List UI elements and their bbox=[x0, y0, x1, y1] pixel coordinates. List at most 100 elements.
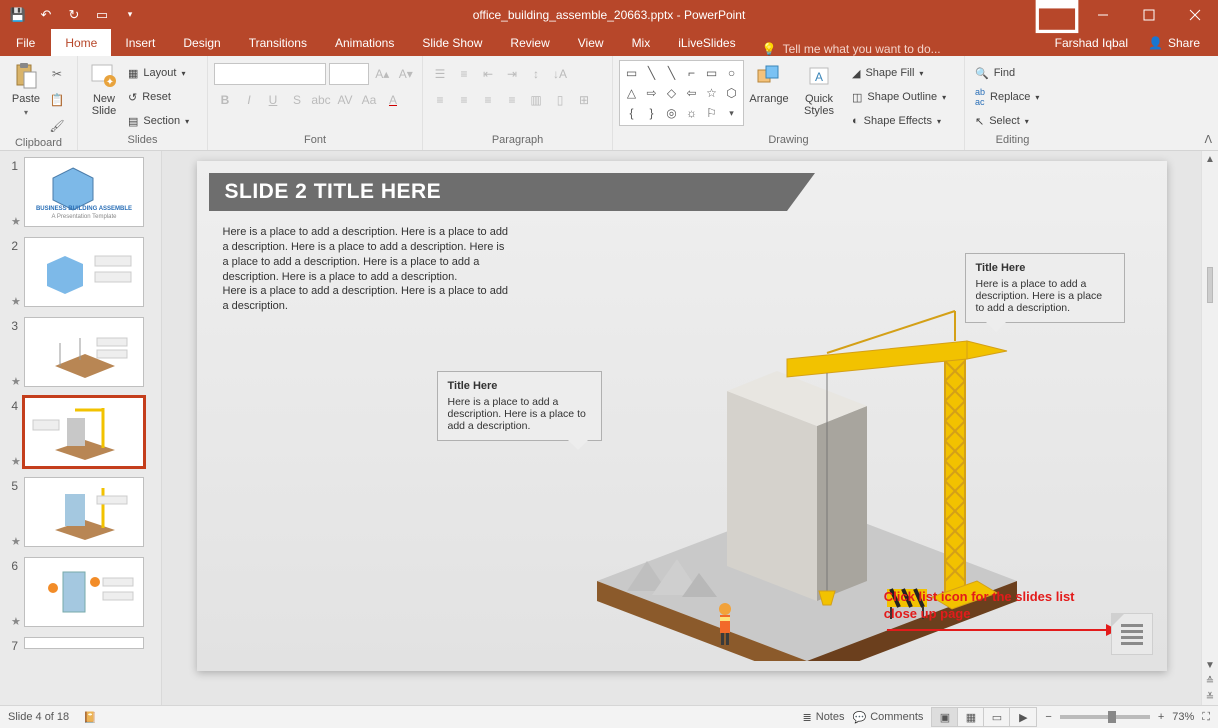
redo-icon[interactable]: ↻ bbox=[66, 7, 82, 23]
share-button[interactable]: 👤 Share bbox=[1140, 34, 1208, 52]
slide-thumbnail-6[interactable]: ★ bbox=[24, 557, 144, 627]
scroll-down-icon[interactable]: ▼ bbox=[1202, 657, 1218, 673]
slide-thumbnail-4[interactable]: ★ bbox=[24, 397, 144, 467]
section-button[interactable]: ▤Section▾ bbox=[124, 111, 193, 131]
decrease-font-icon[interactable]: A▾ bbox=[396, 63, 416, 85]
format-painter-icon[interactable]: 🖌 bbox=[46, 115, 68, 137]
shape-line2-icon[interactable]: ╲ bbox=[662, 63, 681, 82]
slide-counter[interactable]: Slide 4 of 18 bbox=[8, 711, 69, 723]
reset-button[interactable]: ↺Reset bbox=[124, 87, 193, 107]
font-size-combo[interactable] bbox=[329, 63, 369, 85]
shapes-gallery[interactable]: ▭╲╲⌐▭○ △⇨◇⇦☆⬡ {}◎☼⚐▾ bbox=[619, 60, 744, 126]
zoom-level[interactable]: 73% bbox=[1172, 711, 1194, 723]
underline-icon[interactable]: U bbox=[262, 89, 284, 111]
bullets-icon[interactable]: ☰ bbox=[429, 63, 451, 85]
slide-editor[interactable]: SLIDE 2 TITLE HERE Here is a place to ad… bbox=[162, 151, 1201, 705]
tab-view[interactable]: View bbox=[564, 29, 618, 56]
shape-triangle-icon[interactable]: △ bbox=[622, 83, 641, 102]
columns-icon[interactable]: ▥ bbox=[525, 89, 547, 111]
shape-brace2-icon[interactable]: } bbox=[642, 104, 661, 123]
tab-mix[interactable]: Mix bbox=[618, 29, 665, 56]
justify-icon[interactable]: ≡ bbox=[501, 89, 523, 111]
text-direction-icon[interactable]: ↓A bbox=[549, 63, 571, 85]
slide-thumbnails-panel[interactable]: 1 BUSINESS BUILDING ASSEMBLE A Presentat… bbox=[0, 151, 162, 705]
layout-button[interactable]: ▦Layout▾ bbox=[124, 63, 193, 83]
slide-thumbnail-2[interactable]: ★ bbox=[24, 237, 144, 307]
slide-description[interactable]: Here is a place to add a description. He… bbox=[223, 225, 513, 314]
decrease-indent-icon[interactable]: ⇤ bbox=[477, 63, 499, 85]
replace-button[interactable]: abacReplace▾ bbox=[971, 87, 1043, 107]
line-spacing-icon[interactable]: ↕ bbox=[525, 63, 547, 85]
find-button[interactable]: 🔍Find bbox=[971, 63, 1043, 83]
increase-font-icon[interactable]: A▴ bbox=[372, 63, 392, 85]
shape-arrow2-icon[interactable]: ⇦ bbox=[682, 83, 701, 102]
normal-view-icon[interactable]: ▣ bbox=[932, 708, 958, 726]
minimize-button[interactable] bbox=[1080, 0, 1126, 29]
collapse-ribbon-icon[interactable]: ᐱ bbox=[1204, 133, 1212, 146]
shape-callout-icon[interactable]: ◎ bbox=[662, 104, 681, 123]
shape-hex-icon[interactable]: ⬡ bbox=[722, 83, 741, 102]
copy-icon[interactable]: 📋 bbox=[46, 89, 68, 111]
scroll-thumb[interactable] bbox=[1207, 267, 1213, 303]
shape-diamond-icon[interactable]: ◇ bbox=[662, 83, 681, 102]
align-center-icon[interactable]: ≡ bbox=[453, 89, 475, 111]
reading-view-icon[interactable]: ▭ bbox=[984, 708, 1010, 726]
tab-review[interactable]: Review bbox=[496, 29, 563, 56]
slide-thumbnail-1[interactable]: BUSINESS BUILDING ASSEMBLE A Presentatio… bbox=[24, 157, 144, 227]
qat-more-icon[interactable]: ▾ bbox=[122, 7, 138, 23]
numbering-icon[interactable]: ≡ bbox=[453, 63, 475, 85]
fit-to-window-icon[interactable]: ⛶ bbox=[1202, 711, 1210, 724]
shape-outline-button[interactable]: ◫Shape Outline▾ bbox=[848, 87, 950, 107]
shadow-icon[interactable]: S bbox=[286, 89, 308, 111]
change-case-icon[interactable]: Aa bbox=[358, 89, 380, 111]
shape-line-icon[interactable]: ╲ bbox=[642, 63, 661, 82]
slideshow-view-icon[interactable]: ▶ bbox=[1010, 708, 1036, 726]
shape-oval-icon[interactable]: ○ bbox=[722, 63, 741, 82]
spell-check-icon[interactable]: 📔 bbox=[83, 711, 97, 724]
scroll-up-icon[interactable]: ▲ bbox=[1202, 151, 1218, 167]
tab-transitions[interactable]: Transitions bbox=[235, 29, 321, 56]
sorter-view-icon[interactable]: ▦ bbox=[958, 708, 984, 726]
shape-arrow-icon[interactable]: ⇨ bbox=[642, 83, 661, 102]
font-family-combo[interactable] bbox=[214, 63, 326, 85]
undo-icon[interactable]: ↶ bbox=[38, 7, 54, 23]
shape-sun-icon[interactable]: ☼ bbox=[682, 104, 701, 123]
shape-connector-icon[interactable]: ⌐ bbox=[682, 63, 701, 82]
slide-thumbnail-5[interactable]: ★ bbox=[24, 477, 144, 547]
slide-thumbnail-3[interactable]: ★ bbox=[24, 317, 144, 387]
smartart-icon[interactable]: ⊞ bbox=[573, 89, 595, 111]
shape-star-icon[interactable]: ☆ bbox=[702, 83, 721, 102]
zoom-in-icon[interactable]: + bbox=[1158, 711, 1164, 723]
strikethrough-icon[interactable]: abc bbox=[310, 89, 332, 111]
tab-file[interactable]: File bbox=[0, 29, 51, 56]
shape-brace-icon[interactable]: { bbox=[622, 104, 641, 123]
tab-insert[interactable]: Insert bbox=[111, 29, 169, 56]
align-left-icon[interactable]: ≡ bbox=[429, 89, 451, 111]
arrange-button[interactable]: Arrange bbox=[744, 60, 794, 134]
close-button[interactable] bbox=[1172, 0, 1218, 29]
callout-2[interactable]: Title Here Here is a place to add a desc… bbox=[965, 253, 1125, 323]
ribbon-display-options-icon[interactable] bbox=[1034, 0, 1080, 29]
italic-icon[interactable]: I bbox=[238, 89, 260, 111]
select-button[interactable]: ↖Select▾ bbox=[971, 111, 1043, 131]
zoom-slider[interactable] bbox=[1060, 715, 1150, 719]
cut-icon[interactable]: ✂ bbox=[46, 63, 68, 85]
zoom-slider-thumb[interactable] bbox=[1108, 711, 1116, 723]
slides-list-button[interactable] bbox=[1111, 613, 1153, 655]
comments-button[interactable]: 💬Comments bbox=[853, 711, 924, 724]
shape-rect-icon[interactable]: ▭ bbox=[622, 63, 641, 82]
previous-slide-icon[interactable]: ≙ bbox=[1202, 673, 1218, 689]
align-right-icon[interactable]: ≡ bbox=[477, 89, 499, 111]
shape-fill-button[interactable]: ◢Shape Fill▾ bbox=[848, 63, 950, 83]
shape-flag-icon[interactable]: ⚐ bbox=[702, 104, 721, 123]
bold-icon[interactable]: B bbox=[214, 89, 236, 111]
shape-rect2-icon[interactable]: ▭ bbox=[702, 63, 721, 82]
next-slide-icon[interactable]: ≚ bbox=[1202, 689, 1218, 705]
new-slide-button[interactable]: ✦ New Slide bbox=[84, 60, 124, 134]
maximize-button[interactable] bbox=[1126, 0, 1172, 29]
tab-iliveslides[interactable]: iLiveSlides bbox=[664, 29, 749, 56]
callout-1[interactable]: Title Here Here is a place to add a desc… bbox=[437, 371, 602, 441]
character-spacing-icon[interactable]: AV bbox=[334, 89, 356, 111]
tab-animations[interactable]: Animations bbox=[321, 29, 408, 56]
quick-styles-button[interactable]: A Quick Styles bbox=[794, 60, 844, 134]
